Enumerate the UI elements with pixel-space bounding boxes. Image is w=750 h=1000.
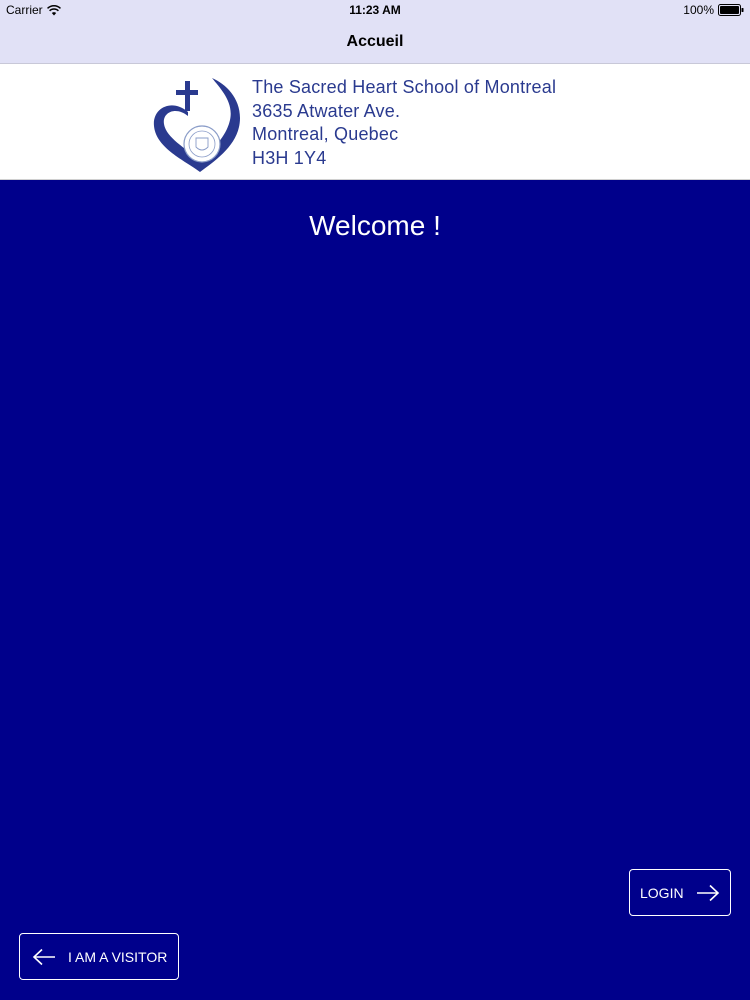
battery-icon [718, 4, 744, 16]
heart-cross-logo-icon [150, 68, 246, 176]
navigation-bar: Accueil [0, 20, 750, 64]
login-button[interactable]: LOGIN [629, 869, 731, 916]
postal-code: H3H 1Y4 [252, 147, 327, 168]
street-address: 3635 Atwater Ave. [252, 100, 401, 121]
status-left: Carrier [6, 3, 61, 17]
status-time: 11:23 AM [349, 3, 401, 17]
arrow-left-icon [32, 948, 56, 966]
status-bar: Carrier 11:23 AM 100% [0, 0, 750, 20]
school-name: The Sacred Heart School of Montreal [252, 77, 557, 97]
carrier-label: Carrier [6, 3, 43, 17]
welcome-message: Welcome ! [309, 210, 441, 241]
school-address: The Sacred Heart School of Montreal 3635… [252, 76, 556, 170]
arrow-right-icon [696, 884, 720, 902]
wifi-icon [46, 4, 61, 16]
battery-label: 100% [683, 3, 714, 17]
visitor-button[interactable]: I AM A VISITOR [19, 933, 179, 980]
school-header-banner: The Sacred Heart School of Montreal 3635… [0, 64, 750, 180]
visitor-button-label: I AM A VISITOR [68, 948, 168, 965]
city-province: Montreal, Quebec [252, 124, 399, 144]
page-title: Accueil [346, 32, 404, 50]
login-button-label: LOGIN [640, 884, 684, 901]
status-right: 100% [683, 3, 744, 17]
